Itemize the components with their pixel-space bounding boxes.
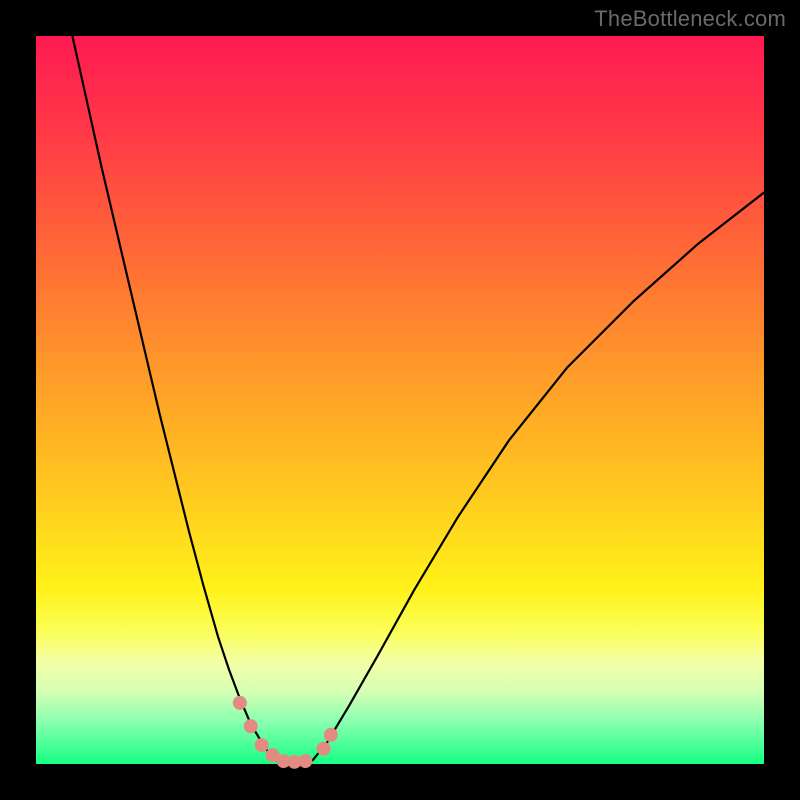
marker-dot xyxy=(244,719,258,733)
marker-dot xyxy=(317,742,331,756)
marker-dot xyxy=(298,754,312,768)
watermark-text: TheBottleneck.com xyxy=(594,6,786,32)
marker-dot xyxy=(233,696,247,710)
marker-dot xyxy=(255,738,269,752)
outer-frame: TheBottleneck.com xyxy=(0,0,800,800)
marker-group xyxy=(233,696,338,769)
chart-overlay xyxy=(36,36,764,764)
bottleneck-curve xyxy=(72,36,764,763)
marker-dot xyxy=(324,728,338,742)
